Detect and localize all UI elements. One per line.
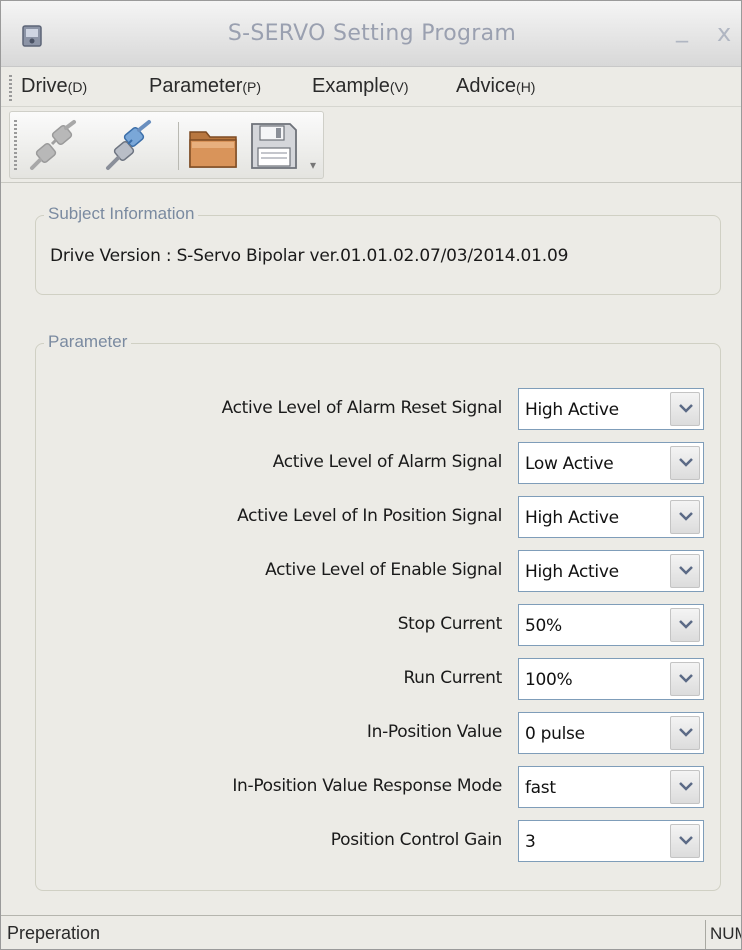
enable-level-select[interactable]: High Active [518, 550, 704, 592]
position-gain-select[interactable]: 3 [518, 820, 704, 862]
subject-information-legend: Subject Information [44, 204, 199, 224]
toolbar-separator [178, 122, 179, 170]
save-button[interactable] [246, 118, 302, 174]
menu-advice-label: Advice [456, 75, 517, 97]
dropdown-button[interactable] [670, 716, 700, 750]
menu-advice-accel: (H) [516, 79, 536, 95]
select-value: 0 pulse [525, 724, 585, 744]
disconnect-icon [30, 120, 76, 170]
in-position-level-select[interactable]: High Active [518, 496, 704, 538]
close-button[interactable]: x [717, 19, 731, 47]
minimize-button[interactable]: _ [676, 15, 688, 43]
param-label: Active Level of Enable Signal [265, 560, 502, 580]
menu-drive[interactable]: Drive(D) [21, 75, 87, 98]
param-row-run-current: Run Current 100% [36, 658, 722, 700]
param-label: Stop Current [397, 614, 503, 634]
toolbar-grip[interactable] [14, 120, 17, 170]
chevron-down-icon [679, 404, 693, 413]
app-window: S-SERVO Setting Program _ x Drive(D) Par… [0, 0, 742, 950]
dropdown-button[interactable] [670, 392, 700, 426]
select-value: High Active [525, 400, 619, 420]
menu-bar: Drive(D) Parameter(P) Example(V) Advice(… [1, 67, 741, 107]
parameter-group: Parameter Active Level of Alarm Reset Si… [35, 332, 722, 891]
menu-parameter-accel: (P) [242, 79, 262, 95]
param-label: Active Level of In Position Signal [237, 506, 502, 526]
menu-drive-label: Drive [21, 75, 68, 97]
param-row-in-position: Active Level of In Position Signal High … [36, 496, 722, 538]
parameter-legend: Parameter [44, 332, 132, 352]
main-content: Subject Information Drive Version : S-Se… [1, 183, 741, 915]
menu-parameter-label: Parameter [149, 75, 243, 97]
menu-example[interactable]: Example(V) [312, 75, 408, 98]
stop-current-select[interactable]: 50% [518, 604, 704, 646]
param-label: In-Position Value Response Mode [232, 776, 502, 796]
dropdown-button[interactable] [670, 554, 700, 588]
param-row-position-gain: Position Control Gain 3 [36, 820, 722, 862]
select-value: fast [525, 778, 556, 798]
select-value: High Active [525, 508, 619, 528]
status-bar: Preperation NUM [1, 915, 741, 949]
chevron-down-icon [679, 674, 693, 683]
param-row-stop-current: Stop Current 50% [36, 604, 722, 646]
dropdown-button[interactable] [670, 824, 700, 858]
toolbar: ▾ [9, 111, 324, 179]
param-label: In-Position Value [366, 722, 502, 742]
run-current-select[interactable]: 100% [518, 658, 704, 700]
drive-version-text: Drive Version : S-Servo Bipolar ver.01.0… [50, 246, 569, 266]
chevron-down-icon [679, 566, 693, 575]
chevron-down-icon [679, 728, 693, 737]
num-lock-indicator: NUM [705, 920, 741, 949]
param-label: Position Control Gain [330, 830, 503, 850]
menu-grip[interactable] [9, 75, 12, 101]
select-value: 3 [525, 832, 536, 852]
select-value: Low Active [525, 454, 614, 474]
param-row-alarm: Active Level of Alarm Signal Low Active [36, 442, 722, 484]
open-button[interactable] [186, 118, 242, 174]
chevron-down-icon [679, 836, 693, 845]
param-label: Active Level of Alarm Signal [272, 452, 503, 472]
chevron-down-icon [679, 512, 693, 521]
menu-parameter[interactable]: Parameter(P) [149, 75, 261, 98]
param-row-alarm-reset: Active Level of Alarm Reset Signal High … [36, 388, 722, 430]
connect-icon [106, 120, 151, 170]
disconnect-button[interactable] [26, 118, 82, 174]
toolbar-row: ▾ [1, 107, 741, 183]
subject-information-group: Subject Information Drive Version : S-Se… [35, 204, 721, 295]
title-bar[interactable]: S-SERVO Setting Program _ x [1, 1, 741, 67]
param-label: Run Current [403, 668, 502, 688]
dropdown-button[interactable] [670, 446, 700, 480]
select-value: High Active [525, 562, 619, 582]
param-row-enable: Active Level of Enable Signal High Activ… [36, 550, 722, 592]
connect-button[interactable] [102, 118, 158, 174]
menu-example-label: Example [312, 75, 390, 97]
in-position-value-select[interactable]: 0 pulse [518, 712, 704, 754]
dropdown-button[interactable] [670, 662, 700, 696]
menu-advice[interactable]: Advice(H) [456, 75, 535, 98]
chevron-down-icon [679, 782, 693, 791]
alarm-level-select[interactable]: Low Active [518, 442, 704, 484]
menu-example-accel: (V) [389, 79, 409, 95]
dropdown-button[interactable] [670, 608, 700, 642]
param-label: Active Level of Alarm Reset Signal [221, 398, 503, 418]
menu-drive-accel: (D) [67, 79, 88, 95]
save-icon [251, 123, 297, 169]
select-value: 50% [525, 616, 562, 636]
open-folder-icon [189, 131, 237, 168]
param-row-response-mode: In-Position Value Response Mode fast [36, 766, 722, 808]
alarm-reset-level-select[interactable]: High Active [518, 388, 704, 430]
response-mode-select[interactable]: fast [518, 766, 704, 808]
chevron-down-icon [679, 458, 693, 467]
select-value: 100% [525, 670, 573, 690]
toolbar-overflow-icon[interactable]: ▾ [310, 158, 316, 172]
chevron-down-icon [679, 620, 693, 629]
dropdown-button[interactable] [670, 500, 700, 534]
status-text: Preperation [7, 923, 101, 943]
dropdown-button[interactable] [670, 770, 700, 804]
param-row-in-position-value: In-Position Value 0 pulse [36, 712, 722, 754]
window-title: S-SERVO Setting Program [227, 21, 517, 46]
